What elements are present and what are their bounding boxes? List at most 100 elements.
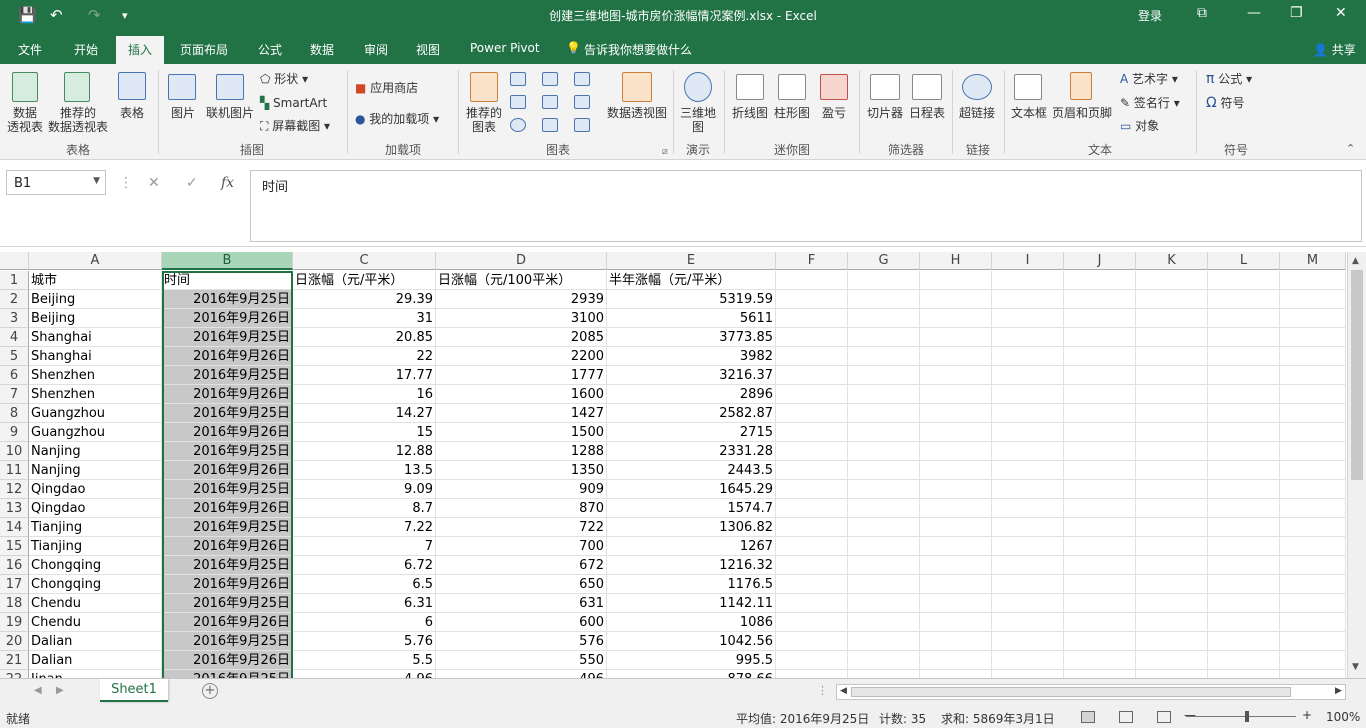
column-header-c[interactable]: C xyxy=(293,252,436,270)
table-cell[interactable] xyxy=(1136,594,1208,613)
table-cell[interactable] xyxy=(848,347,920,366)
table-cell[interactable] xyxy=(1064,594,1136,613)
table-cell[interactable] xyxy=(1280,613,1346,632)
table-cell[interactable] xyxy=(1136,309,1208,328)
table-cell[interactable]: 2443.5 xyxy=(607,461,776,480)
table-cell[interactable] xyxy=(1136,613,1208,632)
pictures-icon[interactable] xyxy=(168,74,196,100)
table-cell[interactable]: 878.66 xyxy=(607,670,776,678)
table-cell[interactable] xyxy=(992,423,1064,442)
table-cell[interactable] xyxy=(1064,537,1136,556)
table-cell[interactable] xyxy=(920,480,992,499)
table-cell[interactable]: 600 xyxy=(436,613,607,632)
table-cell[interactable] xyxy=(1136,442,1208,461)
table-cell[interactable] xyxy=(920,556,992,575)
table-cell[interactable] xyxy=(1208,347,1280,366)
table-cell[interactable]: 6.5 xyxy=(293,575,436,594)
table-cell[interactable]: 1600 xyxy=(436,385,607,404)
table-cell[interactable] xyxy=(1208,290,1280,309)
column-header-g[interactable]: G xyxy=(848,252,920,270)
store-button[interactable]: ■ 应用商店 xyxy=(355,81,418,95)
table-cell[interactable]: 2016年9月26日 xyxy=(162,309,293,328)
column-header-m[interactable]: M xyxy=(1280,252,1346,270)
table-cell[interactable]: 909 xyxy=(436,480,607,499)
table-cell[interactable] xyxy=(1280,461,1346,480)
table-cell[interactable]: 3216.37 xyxy=(607,366,776,385)
table-cell[interactable] xyxy=(920,366,992,385)
row-header[interactable]: 13 xyxy=(0,499,29,518)
row-header[interactable]: 3 xyxy=(0,309,29,328)
header-cell[interactable]: 半年涨幅（元/平米） xyxy=(607,271,776,290)
zoom-level[interactable]: 100% xyxy=(1326,710,1360,724)
table-cell[interactable] xyxy=(920,347,992,366)
table-cell[interactable]: 14.27 xyxy=(293,404,436,423)
table-cell[interactable]: 2582.87 xyxy=(607,404,776,423)
table-cell[interactable] xyxy=(776,594,848,613)
table-cell[interactable]: 3100 xyxy=(436,309,607,328)
table-cell[interactable] xyxy=(776,556,848,575)
statistic-chart-icon[interactable] xyxy=(542,95,558,109)
table-cell[interactable]: Dalian xyxy=(29,651,162,670)
chevron-down-icon[interactable]: ▼ xyxy=(93,176,100,186)
header-cell[interactable] xyxy=(776,271,848,290)
table-cell[interactable] xyxy=(920,651,992,670)
tab-formulas[interactable]: 公式 xyxy=(258,41,282,58)
table-cell[interactable] xyxy=(1208,651,1280,670)
table-cell[interactable] xyxy=(776,613,848,632)
split-handle-icon[interactable]: ⋮ xyxy=(817,684,828,697)
login-button[interactable]: 登录 xyxy=(1138,7,1162,24)
table-cell[interactable] xyxy=(1064,290,1136,309)
table-cell[interactable]: 9.09 xyxy=(293,480,436,499)
table-cell[interactable] xyxy=(992,613,1064,632)
table-cell[interactable]: 7.22 xyxy=(293,518,436,537)
table-cell[interactable] xyxy=(776,518,848,537)
textbox-button[interactable]: 文本框 xyxy=(1008,106,1050,120)
table-cell[interactable] xyxy=(848,366,920,385)
table-cell[interactable] xyxy=(1064,423,1136,442)
page-layout-view-icon[interactable] xyxy=(1119,711,1133,723)
hierarchy-chart-icon[interactable] xyxy=(542,72,558,86)
table-cell[interactable] xyxy=(1208,556,1280,575)
table-cell[interactable]: 1042.56 xyxy=(607,632,776,651)
table-cell[interactable] xyxy=(1208,404,1280,423)
row-header[interactable]: 15 xyxy=(0,537,29,556)
table-cell[interactable] xyxy=(1136,385,1208,404)
hscroll-thumb[interactable] xyxy=(851,687,1291,697)
table-cell[interactable] xyxy=(1208,632,1280,651)
table-cell[interactable]: 1267 xyxy=(607,537,776,556)
table-cell[interactable] xyxy=(1208,423,1280,442)
table-cell[interactable]: 17.77 xyxy=(293,366,436,385)
screenshot-button[interactable]: ⛶ 屏幕截图 ▾ xyxy=(260,119,330,133)
object-button[interactable]: ▭ 对象 xyxy=(1120,119,1159,133)
row-header[interactable]: 17 xyxy=(0,575,29,594)
table-cell[interactable] xyxy=(920,632,992,651)
table-cell[interactable]: 4.96 xyxy=(293,670,436,678)
header-cell[interactable] xyxy=(992,271,1064,290)
row-header[interactable]: 22 xyxy=(0,670,29,678)
table-cell[interactable]: 6.72 xyxy=(293,556,436,575)
row-header[interactable]: 6 xyxy=(0,366,29,385)
table-cell[interactable] xyxy=(992,461,1064,480)
table-cell[interactable]: 1777 xyxy=(436,366,607,385)
table-cell[interactable]: Chongqing xyxy=(29,556,162,575)
horizontal-scrollbar[interactable]: ◀ ▶ xyxy=(836,684,1346,700)
table-cell[interactable] xyxy=(1208,385,1280,404)
table-cell[interactable] xyxy=(1064,632,1136,651)
table-cell[interactable]: 3982 xyxy=(607,347,776,366)
table-cell[interactable] xyxy=(1280,290,1346,309)
column-header-h[interactable]: H xyxy=(920,252,992,270)
table-cell[interactable] xyxy=(1208,518,1280,537)
table-cell[interactable] xyxy=(1280,423,1346,442)
table-cell[interactable] xyxy=(776,461,848,480)
table-cell[interactable] xyxy=(1064,651,1136,670)
table-cell[interactable]: Beijing xyxy=(29,290,162,309)
table-cell[interactable]: Shanghai xyxy=(29,347,162,366)
pivot-chart-icon[interactable] xyxy=(622,72,652,102)
table-cell[interactable] xyxy=(992,670,1064,678)
table-cell[interactable] xyxy=(1064,309,1136,328)
column-chart-icon[interactable] xyxy=(510,72,526,86)
enter-icon[interactable]: ✓ xyxy=(186,175,198,191)
table-cell[interactable] xyxy=(776,442,848,461)
table-cell[interactable]: 2016年9月25日 xyxy=(162,442,293,461)
add-sheet-button[interactable]: + xyxy=(202,683,218,699)
